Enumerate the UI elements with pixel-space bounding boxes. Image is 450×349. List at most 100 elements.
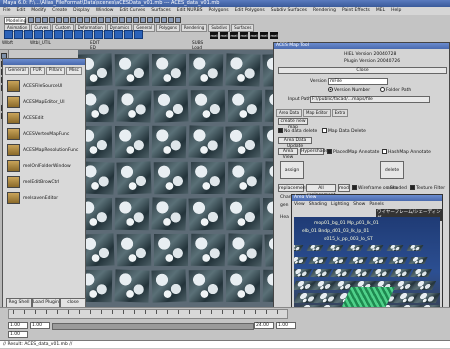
range-end-field[interactable]: 24.00 <box>254 322 274 329</box>
main-viewport[interactable] <box>78 50 300 307</box>
aces-tab-map-editor[interactable]: Map Editor <box>303 109 331 117</box>
no-data-delete-check[interactable]: No data delete <box>278 128 317 134</box>
status-tool-icon[interactable] <box>112 17 118 23</box>
menu-item-polygons[interactable]: Polygons <box>206 7 232 15</box>
mel-shelf-button[interactable]: mel <box>240 32 248 39</box>
current-time-field[interactable]: 1.00 <box>8 331 28 338</box>
menu-item-modify[interactable]: Modify <box>28 7 49 15</box>
area-view-menu-show[interactable]: Show <box>353 202 365 207</box>
aces-close-button[interactable]: Close <box>278 67 447 74</box>
shelf-tool-icon[interactable] <box>44 30 53 39</box>
shelf-tool-icon[interactable] <box>4 30 13 39</box>
menu-item-mel[interactable]: MEL <box>373 7 388 15</box>
shelf-tool-icon[interactable] <box>64 30 73 39</box>
version-number-radio[interactable]: Version Number <box>328 87 370 93</box>
script-list-item[interactable]: ACESMapResolutionFunc <box>7 143 85 157</box>
map-data-delete-check[interactable]: Map Data Delete <box>322 128 366 134</box>
shelf-button-label[interactable]: SUBS Load <box>192 40 203 50</box>
status-tool-icon[interactable] <box>91 17 97 23</box>
status-tool-icon[interactable] <box>126 17 132 23</box>
status-tool-icon[interactable] <box>161 17 167 23</box>
command-line[interactable]: // Result: ACES_data_v01.mb // <box>0 340 450 348</box>
status-tool-icon[interactable] <box>63 17 69 23</box>
area-data-update-button[interactable]: Area Data Update <box>278 137 312 149</box>
panel-tab-misc[interactable]: Misc <box>66 67 83 75</box>
menu-item-edit-nurbs[interactable]: Edit NURBS <box>174 7 206 15</box>
menu-item-display[interactable]: Display <box>70 7 93 15</box>
status-tool-icon[interactable] <box>35 17 41 23</box>
status-tool-icon[interactable] <box>119 17 125 23</box>
menu-item-rendering[interactable]: Rendering <box>310 7 339 15</box>
input-path-field[interactable]: F:\/public/facad/...maps/file <box>310 96 430 103</box>
mel-shelf-button[interactable]: mel <box>210 32 218 39</box>
menu-item-paint-effects[interactable]: Paint Effects <box>339 7 373 15</box>
status-tool-icon[interactable] <box>105 17 111 23</box>
shelf-tool-icon[interactable] <box>54 30 63 39</box>
status-tool-icon[interactable] <box>154 17 160 23</box>
script-list-item[interactable]: melsavenEditor <box>7 191 85 205</box>
start-time-field[interactable]: 1.00 <box>8 322 28 329</box>
script-list-item[interactable]: ACESFileSourceUI <box>7 79 85 93</box>
menu-item-edit-curves[interactable]: Edit Curves <box>116 7 148 15</box>
script-list-item[interactable]: melOnlFolderWindow <box>7 159 85 173</box>
shelf-tool-icon[interactable] <box>104 30 113 39</box>
area-view-menu-lighting[interactable]: Lighting <box>331 202 349 207</box>
script-list-item[interactable]: ACESMapEditor_UI <box>7 95 85 109</box>
menu-item-file[interactable]: File <box>0 7 14 15</box>
mel-shelf-button[interactable]: mel <box>260 32 268 39</box>
panel-tab-general[interactable]: General <box>5 67 29 75</box>
mel-shelf-button[interactable]: mel <box>270 32 278 39</box>
status-tool-icon[interactable] <box>42 17 48 23</box>
shelf-tool-icon[interactable] <box>124 30 133 39</box>
shelf-tool-icon[interactable] <box>24 30 33 39</box>
range-start-field[interactable]: 1.00 <box>30 322 50 329</box>
all-replacement-button[interactable]: All replacement <box>306 184 336 198</box>
status-tool-icon[interactable] <box>133 17 139 23</box>
wireframe-on-shaded-check[interactable]: Wireframe on Shaded <box>352 185 407 191</box>
create-new-map-button[interactable]: create new map <box>278 118 308 130</box>
area-view-menu-panels[interactable]: Panels <box>369 202 383 207</box>
status-tool-icon[interactable] <box>98 17 104 23</box>
shelf-button-label[interactable]: Wtbl_UTIL <box>30 40 51 45</box>
shelf-tool-icon[interactable] <box>114 30 123 39</box>
time-slider[interactable] <box>8 309 288 319</box>
status-tool-icon[interactable] <box>77 17 83 23</box>
status-tool-icon[interactable] <box>70 17 76 23</box>
area-view-menu-view[interactable]: View <box>294 202 305 207</box>
menu-item-create[interactable]: Create <box>49 7 70 15</box>
replacement-button[interactable]: replacement <box>278 184 307 192</box>
hashmap-annotate-check[interactable]: HashMap Annotate <box>382 149 431 155</box>
shelf-button-label[interactable]: Wlbft <box>2 40 13 45</box>
texture-filter-check[interactable]: Texture Filter <box>410 185 445 191</box>
menu-item-window[interactable]: Window <box>93 7 117 15</box>
shelf-button-label[interactable]: EDIT ED <box>90 40 100 50</box>
menu-item-help[interactable]: Help <box>388 7 404 15</box>
delete-area-button[interactable]: delete area <box>380 161 404 191</box>
range-slider[interactable] <box>52 323 254 330</box>
shelf-tab-polygons[interactable]: Polygons <box>156 24 180 32</box>
panel-tab-pillars[interactable]: Pillars <box>45 67 66 75</box>
mod-button[interactable]: mod <box>338 184 350 192</box>
status-tool-icon[interactable] <box>56 17 62 23</box>
shelf-tool-icon[interactable] <box>34 30 43 39</box>
menu-item-edit[interactable]: Edit <box>14 7 29 15</box>
status-tool-icon[interactable] <box>140 17 146 23</box>
menu-item-subdiv-surfaces[interactable]: Subdiv Surfaces <box>268 7 310 15</box>
shelf-tool-icon[interactable] <box>84 30 93 39</box>
placedmap-annotate-check[interactable]: PlacedMap Annotate <box>327 149 379 155</box>
shelf-tool-icon[interactable] <box>134 30 143 39</box>
mel-shelf-button[interactable]: mel <box>250 32 258 39</box>
area-view-menu-shading[interactable]: Shading <box>309 202 327 207</box>
version-input[interactable]: mFile <box>328 78 388 85</box>
mel-shelf-button[interactable]: mel <box>230 32 238 39</box>
status-tool-icon[interactable] <box>49 17 55 23</box>
shelf-tool-icon[interactable] <box>14 30 23 39</box>
shelf-tool-icon[interactable] <box>94 30 103 39</box>
mel-shelf-button[interactable]: mel <box>220 32 228 39</box>
hypershade-button[interactable]: Hypershade <box>300 148 328 155</box>
script-list-item[interactable]: melEditBrowCtrl <box>7 175 85 189</box>
status-tool-icon[interactable] <box>28 17 34 23</box>
mode-select[interactable]: Modeling <box>4 17 26 24</box>
folder-path-radio[interactable]: Folder Path <box>380 87 411 93</box>
script-list-item[interactable]: ACESEdit <box>7 111 85 125</box>
